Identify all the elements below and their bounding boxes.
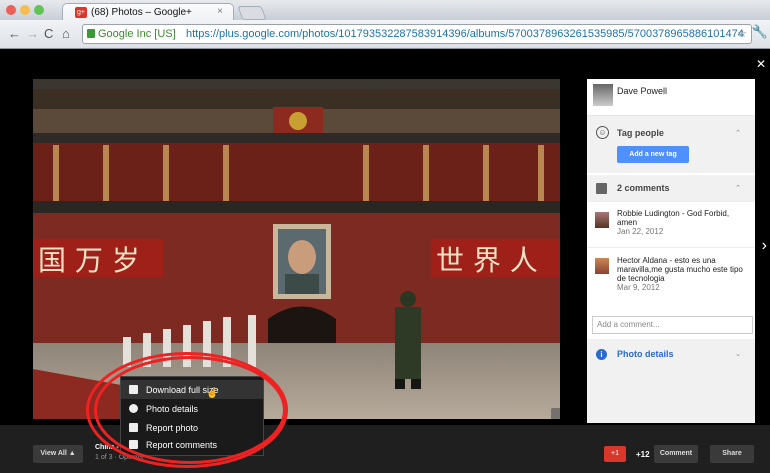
owner-name[interactable]: Dave Powell bbox=[617, 86, 667, 96]
next-photo-icon[interactable]: › bbox=[762, 237, 767, 255]
comment-icon bbox=[596, 183, 607, 194]
close-icon[interactable]: ✕ bbox=[756, 57, 766, 71]
tab-close-icon[interactable]: × bbox=[217, 6, 223, 17]
address-bar[interactable]: Google Inc [US] https://plus.google.com/… bbox=[82, 24, 752, 44]
new-tab-button[interactable] bbox=[237, 6, 267, 20]
comment-item: Hector Aldana - esto es una maravilla,me… bbox=[587, 247, 755, 308]
expand-icon[interactable]: ⤡ bbox=[551, 408, 560, 419]
album-title[interactable]: China - bbox=[95, 444, 119, 451]
maximize-window-button[interactable] bbox=[34, 5, 44, 15]
photo-details-section[interactable]: i Photo details ⌄ bbox=[587, 339, 755, 423]
comment-text: Hector Aldana - esto es una maravilla,me… bbox=[617, 256, 743, 283]
photo[interactable]: 国 万 岁 世 界 人 ⤡ bbox=[33, 79, 560, 419]
plusone-button[interactable]: +1 bbox=[604, 446, 626, 462]
close-window-button[interactable] bbox=[6, 5, 16, 15]
chevron-up-icon[interactable]: ⌃ bbox=[735, 184, 741, 192]
forward-icon[interactable]: → bbox=[26, 26, 39, 41]
view-all-button[interactable]: View All ▲ bbox=[33, 445, 83, 463]
photo-viewer: ✕ 国 万 岁 世 界 人 Dave Powell ☺ Tag people ⌃… bbox=[0, 49, 770, 473]
photo-details-title: Photo details bbox=[617, 349, 674, 359]
avatar[interactable] bbox=[595, 258, 609, 274]
lock-icon bbox=[87, 29, 95, 38]
add-tag-button[interactable]: Add a new tag bbox=[617, 146, 689, 163]
comments-section-header[interactable]: 2 comments ⌃ bbox=[587, 175, 755, 201]
avatar[interactable] bbox=[595, 212, 609, 228]
url-text: https://plus.google.com/photos/101793532… bbox=[186, 28, 744, 40]
tag-people-title: Tag people bbox=[617, 128, 664, 138]
comments-title: 2 comments bbox=[617, 183, 670, 193]
menu-item-report-comments[interactable]: Report comments bbox=[121, 435, 263, 454]
comment-text: Robbie Ludington - God Forbid, amen bbox=[617, 209, 730, 227]
chevron-down-icon[interactable]: ⌄ bbox=[735, 350, 741, 358]
flag-icon bbox=[129, 423, 138, 432]
share-button[interactable]: Share bbox=[710, 445, 754, 463]
photo-bottom-bar: View All ▲ China - 1 of 3 · Options +1 +… bbox=[0, 425, 770, 473]
tag-people-section[interactable]: ☺ Tag people ⌃ Add a new tag bbox=[587, 116, 755, 173]
comment-item: Robbie Ludington - God Forbid, amen Jan … bbox=[587, 201, 755, 248]
browser-tabbar: g+ (68) Photos – Google+ × bbox=[0, 0, 770, 21]
reload-icon[interactable]: C bbox=[44, 26, 53, 41]
comment-date: Mar 9, 2012 bbox=[617, 283, 660, 292]
plusone-count: +12 bbox=[636, 450, 650, 459]
banner-right: 世 界 人 bbox=[436, 244, 538, 277]
browser-toolbar: ← → C ⌂ Google Inc [US] https://plus.goo… bbox=[0, 20, 770, 49]
tab-title: (68) Photos – Google+ bbox=[91, 7, 192, 18]
banner-left: 国 万 岁 bbox=[38, 244, 140, 277]
photo-image: 国 万 岁 世 界 人 bbox=[33, 79, 560, 419]
download-icon bbox=[129, 385, 138, 394]
chevron-up-icon[interactable]: ⌃ bbox=[735, 129, 741, 137]
comment-date: Jan 22, 2012 bbox=[617, 227, 664, 236]
site-identity: Google Inc [US] bbox=[98, 28, 176, 40]
tag-face-icon: ☺ bbox=[596, 126, 609, 139]
info-icon bbox=[129, 404, 138, 413]
photo-side-panel: Dave Powell ☺ Tag people ⌃ Add a new tag… bbox=[587, 79, 755, 423]
comment-button[interactable]: Comment bbox=[654, 445, 698, 463]
hand-cursor-icon: ☝ bbox=[206, 388, 219, 399]
wrench-icon[interactable]: 🔧 bbox=[752, 24, 768, 40]
flag-icon bbox=[129, 440, 138, 449]
googleplus-icon: g+ bbox=[75, 7, 87, 18]
avatar[interactable] bbox=[593, 84, 613, 106]
back-icon[interactable]: ← bbox=[8, 26, 21, 41]
menu-item-download[interactable]: Download full size ☝ bbox=[121, 380, 263, 399]
browser-tab[interactable]: g+ (68) Photos – Google+ × bbox=[62, 3, 234, 21]
info-icon: i bbox=[596, 349, 607, 360]
minimize-window-button[interactable] bbox=[20, 5, 30, 15]
add-comment-input[interactable]: Add a comment... bbox=[592, 316, 753, 334]
home-icon[interactable]: ⌂ bbox=[62, 26, 70, 41]
options-menu: Download full size ☝ Photo details Repor… bbox=[120, 376, 264, 456]
bookmark-star-icon[interactable]: ☆ bbox=[737, 25, 747, 43]
owner-row: Dave Powell bbox=[587, 79, 755, 116]
menu-item-photo-details[interactable]: Photo details bbox=[121, 399, 263, 418]
